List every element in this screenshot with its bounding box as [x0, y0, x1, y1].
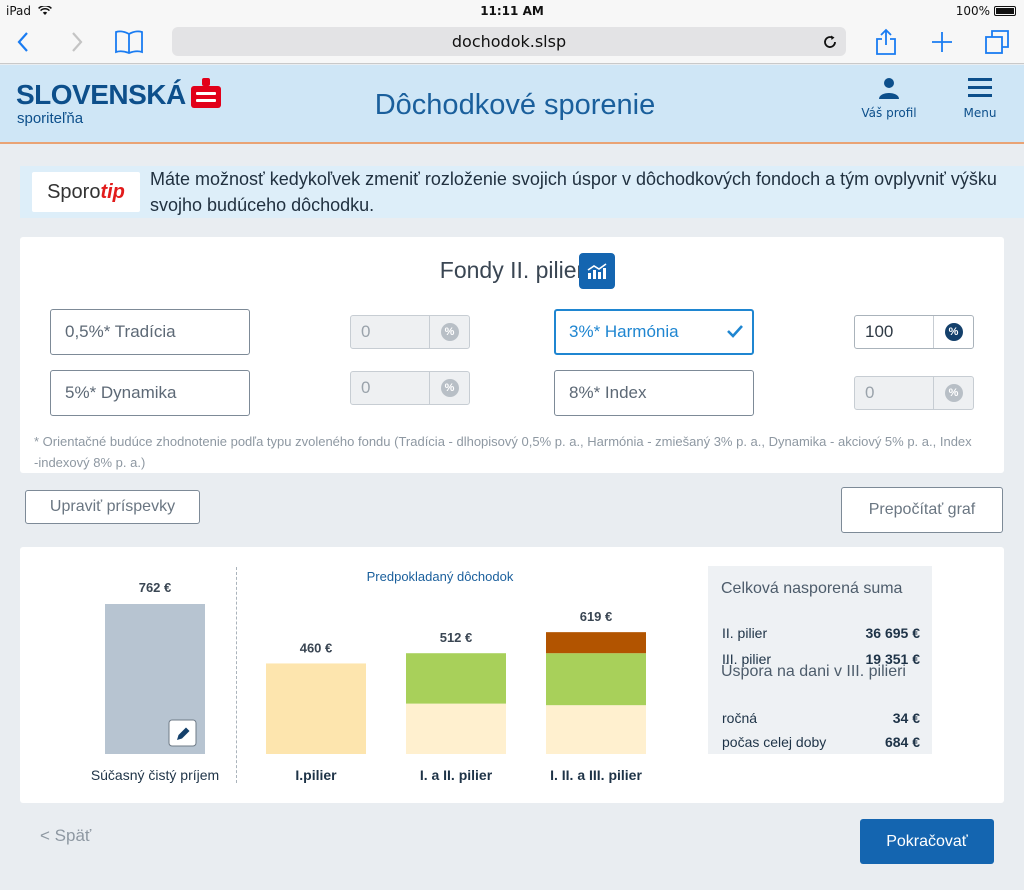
- chevron-right-icon: [72, 32, 83, 52]
- bar-segment: [406, 653, 506, 704]
- bar-total-label: 512 €: [440, 630, 473, 645]
- logo-bank-name: SLOVENSKÁ: [16, 79, 186, 110]
- url-bar[interactable]: dochodok.slsp: [172, 27, 846, 56]
- fund-index-label: 8%* Index: [569, 383, 647, 402]
- menu-label: Menu: [963, 106, 997, 120]
- bar-category-label: I. a II. pilier: [420, 767, 493, 783]
- battery-percent: 100%: [955, 4, 990, 18]
- bar-segment: [546, 632, 646, 654]
- summary-row-key: ročná: [722, 710, 758, 726]
- income-category-label: Súčasný čistý príjem: [91, 767, 219, 783]
- book-icon: [115, 30, 143, 54]
- back-link[interactable]: < Späť: [40, 826, 91, 846]
- menu-button[interactable]: Menu: [958, 77, 1002, 120]
- summary-total-title: Celková nasporená suma: [721, 580, 903, 597]
- percent-icon: %: [944, 384, 963, 402]
- fund-dynamika-label: 5%* Dynamika: [65, 383, 177, 402]
- sporotip-logo-left: Sporo: [47, 181, 101, 203]
- savings-summary: Celková nasporená suma II. pilier 36 695…: [708, 566, 932, 754]
- fund-dynamika-value: 0: [361, 378, 371, 397]
- bar-total-label: 619 €: [580, 609, 613, 624]
- fund-harmonia-select[interactable]: 3%* Harmónia: [554, 309, 754, 355]
- fund-tradicia-label: 0,5%* Tradícia: [65, 322, 176, 341]
- tabs-icon: [985, 30, 1009, 54]
- reload-icon[interactable]: [822, 27, 838, 56]
- site-header: SLOVENSKÁ sporiteľňa Dôchodkové sporenie…: [0, 65, 1024, 144]
- status-bar: iPad 11:11 AM 100%: [0, 0, 1024, 22]
- browser-forward-button[interactable]: [64, 26, 90, 58]
- sporotip-banner: Sporotip Máte možnosť kedykoľvek zmeniť …: [20, 166, 1024, 218]
- summary-tax-title: Úspora na dani v III. pilieri: [721, 663, 906, 680]
- url-text: dochodok.slsp: [451, 32, 567, 51]
- fund-harmonia-value: 100: [865, 322, 894, 341]
- pension-chart: 762 € Súčasný čistý príjem Predpokladaný d…: [91, 569, 646, 783]
- summary-row-value: 36 695 €: [865, 625, 921, 641]
- summary-row-value: 34 €: [892, 710, 920, 726]
- chart-title: Predpokladaný dôchodok: [367, 569, 514, 584]
- status-time: 11:11 AM: [480, 4, 544, 18]
- funds-card: Fondy II. pilier 0,5%* Tradícia 0 % 3%* …: [20, 237, 1004, 473]
- fund-tradicia-percent[interactable]: 0 %: [350, 315, 470, 349]
- page-title: Dôchodkové sporenie: [374, 89, 656, 121]
- share-button[interactable]: [872, 26, 900, 58]
- summary-row-key: počas celej doby: [722, 734, 827, 750]
- summary-row-key: II. pilier: [722, 625, 768, 641]
- browser-back-button[interactable]: [10, 26, 36, 58]
- bar-segment: [406, 703, 506, 754]
- fund-index-select[interactable]: 8%* Index: [554, 370, 754, 416]
- tabs-button[interactable]: [982, 26, 1012, 58]
- bank-logo-icon: [191, 78, 221, 108]
- funds-footnote: * Orientačné budúce zhodnotenie podľa ty…: [34, 434, 972, 470]
- adjust-contributions-button[interactable]: Upraviť príspevky: [25, 490, 200, 524]
- funds-title: Fondy II. pilier: [439, 257, 585, 283]
- bar-category-label: I.pilier: [295, 767, 337, 783]
- fund-harmonia-label: 3%* Harmónia: [569, 322, 679, 341]
- sporotip-logo-right: tip: [100, 181, 125, 203]
- summary-row-value: 684 €: [884, 734, 920, 750]
- profile-button[interactable]: Váš profil: [860, 77, 918, 120]
- profile-label: Váš profil: [861, 106, 917, 120]
- fund-harmonia-percent[interactable]: 100 %: [854, 315, 974, 349]
- fund-dynamika-select[interactable]: 5%* Dynamika: [50, 370, 250, 416]
- recalculate-chart-button[interactable]: Prepočítať graf: [841, 487, 1003, 533]
- chart-icon: [587, 263, 607, 279]
- bar-segment: [266, 663, 366, 754]
- sporotip-logo: Sporotip: [32, 172, 140, 212]
- fund-dynamika-percent[interactable]: 0 %: [350, 371, 470, 405]
- bar-segment: [546, 705, 646, 754]
- checkmark-icon: [727, 325, 743, 338]
- fund-tradicia-select[interactable]: 0,5%* Tradícia: [50, 309, 250, 355]
- pension-chart-card: 762 € Súčasný čistý príjem Predpokladaný d…: [20, 547, 1004, 803]
- bar-category-label: I. II. a III. pilier: [550, 767, 642, 783]
- chevron-left-icon: [17, 32, 28, 52]
- income-value-label: 762 €: [139, 580, 172, 595]
- percent-icon: %: [440, 379, 459, 397]
- hamburger-icon: [968, 78, 992, 97]
- bookmarks-button[interactable]: [112, 26, 146, 58]
- battery-icon: [994, 6, 1016, 16]
- sporotip-text: Máte možnosť kedykoľvek zmeniť rozloženi…: [150, 169, 997, 215]
- browser-toolbar: dochodok.slsp: [0, 22, 1024, 64]
- fund-index-percent[interactable]: 0 %: [854, 376, 974, 410]
- user-icon: [879, 78, 899, 99]
- new-tab-button[interactable]: [928, 26, 956, 58]
- bar-segment: [546, 653, 646, 706]
- chart-toggle-button[interactable]: [579, 253, 615, 289]
- plus-icon: [932, 32, 952, 52]
- fund-tradicia-value: 0: [361, 322, 371, 341]
- fund-index-value: 0: [865, 383, 875, 402]
- bar-total-label: 460 €: [300, 640, 333, 655]
- percent-icon: %: [440, 323, 459, 341]
- share-icon: [876, 28, 896, 55]
- continue-button[interactable]: Pokračovať: [860, 819, 994, 864]
- logo-bank-subname: sporiteľňa: [17, 110, 84, 127]
- percent-icon: %: [944, 323, 963, 341]
